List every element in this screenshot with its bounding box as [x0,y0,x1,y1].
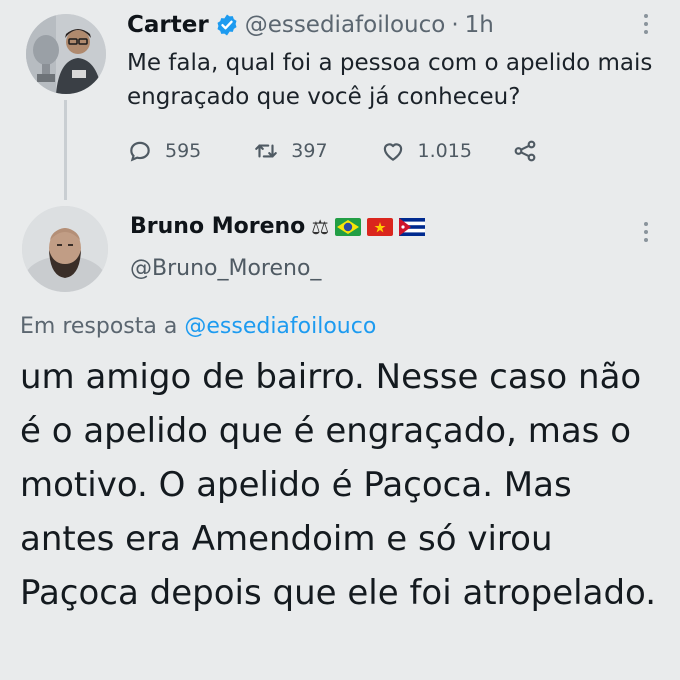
tweet-text: Me fala, qual foi a pessoa com o apelido… [127,50,653,110]
carter-avatar[interactable] [26,14,106,94]
share-button[interactable] [512,138,538,164]
header-separator: · [451,12,459,38]
reply-text: um amigo de bairro. Nesse caso não é o a… [20,357,657,613]
like-count: 1.015 [417,140,472,162]
tweet-header: Carter @essediafoilouco · 1h [127,12,494,38]
reply-button[interactable]: 595 [127,138,201,164]
reply-icon [130,141,150,162]
thread-connector-line [64,100,67,200]
reply-count: 595 [165,140,202,162]
verified-icon [215,13,239,37]
replying-to-line: Em resposta a @essediafoilouco [20,314,376,339]
reply-author-handle[interactable]: @Bruno_Moreno_ [130,256,321,281]
bruno-avatar[interactable] [22,206,108,292]
tweet-timestamp[interactable]: 1h [465,12,494,38]
brazil-flag [335,217,362,236]
share-icon [514,140,536,162]
like-icon [383,143,402,161]
like-button[interactable]: 1.015 [380,138,472,164]
replying-to-prefix: Em resposta a [20,314,178,339]
carter-avatar-image [26,14,106,94]
tweet-author-handle[interactable]: @essediafoilouco [245,12,446,38]
replying-to-link[interactable]: @essediafoilouco [184,314,376,339]
bruno-avatar-image [22,206,108,292]
vietnam-flag [367,217,394,236]
more-icon[interactable] [640,14,652,34]
tweet-author-name[interactable]: Carter [127,12,209,38]
retweet-count: 397 [291,140,328,162]
cuba-flag [399,217,426,236]
reply-more-icon[interactable] [640,222,652,242]
reply-author-row: Bruno Moreno ⚖ [130,214,426,239]
tweet-actions: 595 397 1.015 [127,138,538,164]
scales-emoji: ⚖ [311,214,330,239]
reply-author-name[interactable]: Bruno Moreno [130,214,305,239]
retweet-button[interactable]: 397 [253,138,328,164]
retweet-icon [255,144,278,158]
